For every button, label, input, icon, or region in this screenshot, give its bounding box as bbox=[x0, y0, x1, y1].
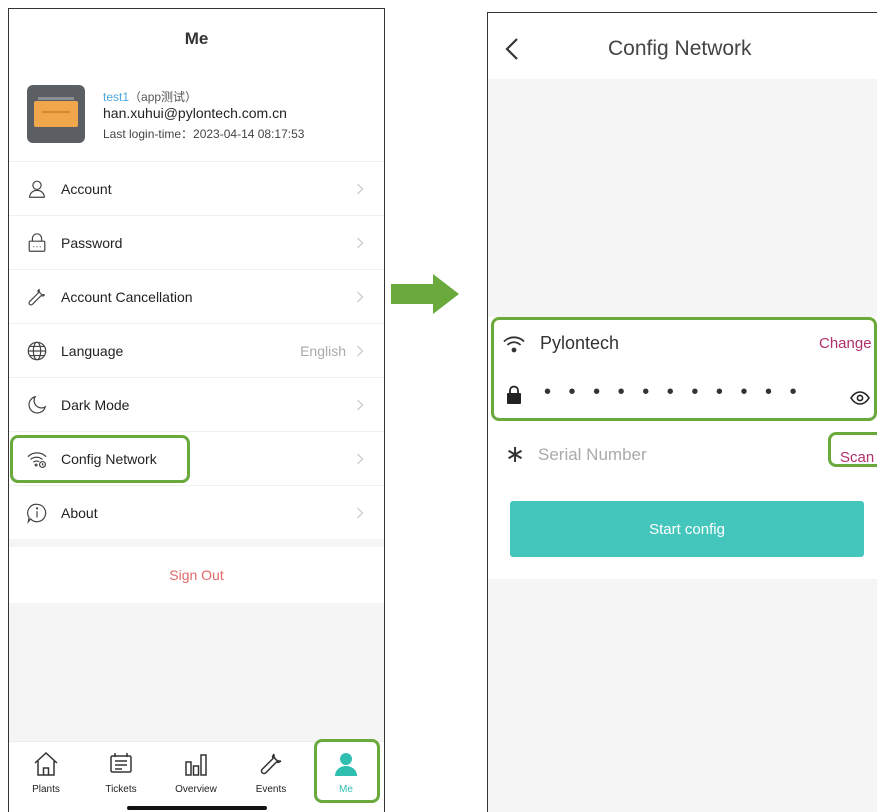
user-name: test1（app测试） bbox=[103, 88, 197, 105]
arrow-right-icon bbox=[391, 274, 459, 314]
chevron-right-icon bbox=[357, 345, 364, 357]
user-tag: （app测试） bbox=[129, 90, 198, 104]
menu-item-account-cancellation[interactable]: Account Cancellation bbox=[9, 269, 384, 323]
tab-plants[interactable]: Plants bbox=[11, 742, 81, 812]
wifi-fields-highlight bbox=[491, 317, 877, 421]
chevron-right-icon bbox=[357, 183, 364, 195]
required-asterisk-icon: ∗ bbox=[505, 441, 526, 468]
menu-item-label: Account bbox=[61, 181, 112, 197]
tab-label: Overview bbox=[175, 784, 217, 795]
tab-events[interactable]: Events bbox=[236, 742, 306, 812]
language-value: English bbox=[300, 343, 346, 359]
last-login-time: Last login-time：2023-04-14 08:17:53 bbox=[103, 127, 305, 141]
menu-item-password[interactable]: Password bbox=[9, 215, 384, 269]
menu-item-about[interactable]: About bbox=[9, 485, 384, 539]
chevron-right-icon bbox=[357, 399, 364, 411]
config-network-highlight bbox=[10, 435, 190, 483]
chevron-right-icon bbox=[357, 453, 364, 465]
globe-icon bbox=[27, 341, 47, 361]
person-icon bbox=[29, 180, 45, 198]
info-icon bbox=[27, 503, 47, 524]
wrench-icon bbox=[28, 288, 46, 306]
menu-item-label: About bbox=[61, 505, 98, 521]
menu-item-dark-mode[interactable]: Dark Mode bbox=[9, 377, 384, 431]
bar-chart-icon bbox=[185, 754, 207, 776]
tab-label: Events bbox=[255, 784, 287, 795]
ticket-icon bbox=[110, 753, 132, 773]
page-title: Config Network bbox=[608, 37, 752, 60]
menu-item-label: Language bbox=[61, 343, 124, 359]
lock-icon bbox=[28, 233, 46, 252]
me-screen: Me test1（app测试） han.xuhui@pylontech.com.… bbox=[8, 8, 385, 812]
avatar[interactable] bbox=[27, 85, 85, 143]
scan-highlight bbox=[828, 432, 877, 467]
user-email: han.xuhui@pylontech.com.cn bbox=[103, 105, 287, 121]
page-title: Me bbox=[184, 29, 209, 48]
menu-item-label: Dark Mode bbox=[61, 397, 130, 413]
sign-out-section: Sign Out bbox=[9, 547, 384, 603]
chevron-right-icon bbox=[357, 291, 364, 303]
back-arrow-icon[interactable] bbox=[504, 37, 520, 61]
serial-number-input[interactable] bbox=[538, 443, 808, 467]
menu-item-language[interactable]: Language English bbox=[9, 323, 384, 377]
chevron-right-icon bbox=[357, 507, 364, 519]
moon-icon bbox=[28, 395, 47, 414]
menu-item-label: Password bbox=[61, 235, 123, 251]
config-network-screen: Config Network Pylontech Change • • • • … bbox=[487, 12, 877, 812]
battery-image-icon bbox=[34, 97, 78, 127]
tab-label: Plants bbox=[32, 784, 60, 795]
tab-tickets[interactable]: Tickets bbox=[86, 742, 156, 812]
sign-out-button[interactable]: Sign Out bbox=[9, 567, 384, 583]
home-indicator bbox=[127, 806, 267, 810]
user-name-text: test1 bbox=[103, 90, 130, 104]
tab-label: Tickets bbox=[105, 784, 137, 795]
menu-item-account[interactable]: Account bbox=[9, 161, 384, 215]
serial-number-row: ∗ Scan bbox=[488, 425, 877, 479]
tab-me-highlight bbox=[314, 739, 380, 803]
page-header: Config Network bbox=[488, 13, 877, 79]
profile-header: Me test1（app测试） han.xuhui@pylontech.com.… bbox=[9, 9, 384, 169]
home-icon bbox=[34, 751, 58, 776]
tab-overview[interactable]: Overview bbox=[161, 742, 231, 812]
menu-item-label: Account Cancellation bbox=[61, 289, 193, 305]
wrench-icon bbox=[260, 753, 282, 775]
chevron-right-icon bbox=[357, 237, 364, 249]
start-config-button[interactable]: Start config bbox=[510, 501, 864, 557]
